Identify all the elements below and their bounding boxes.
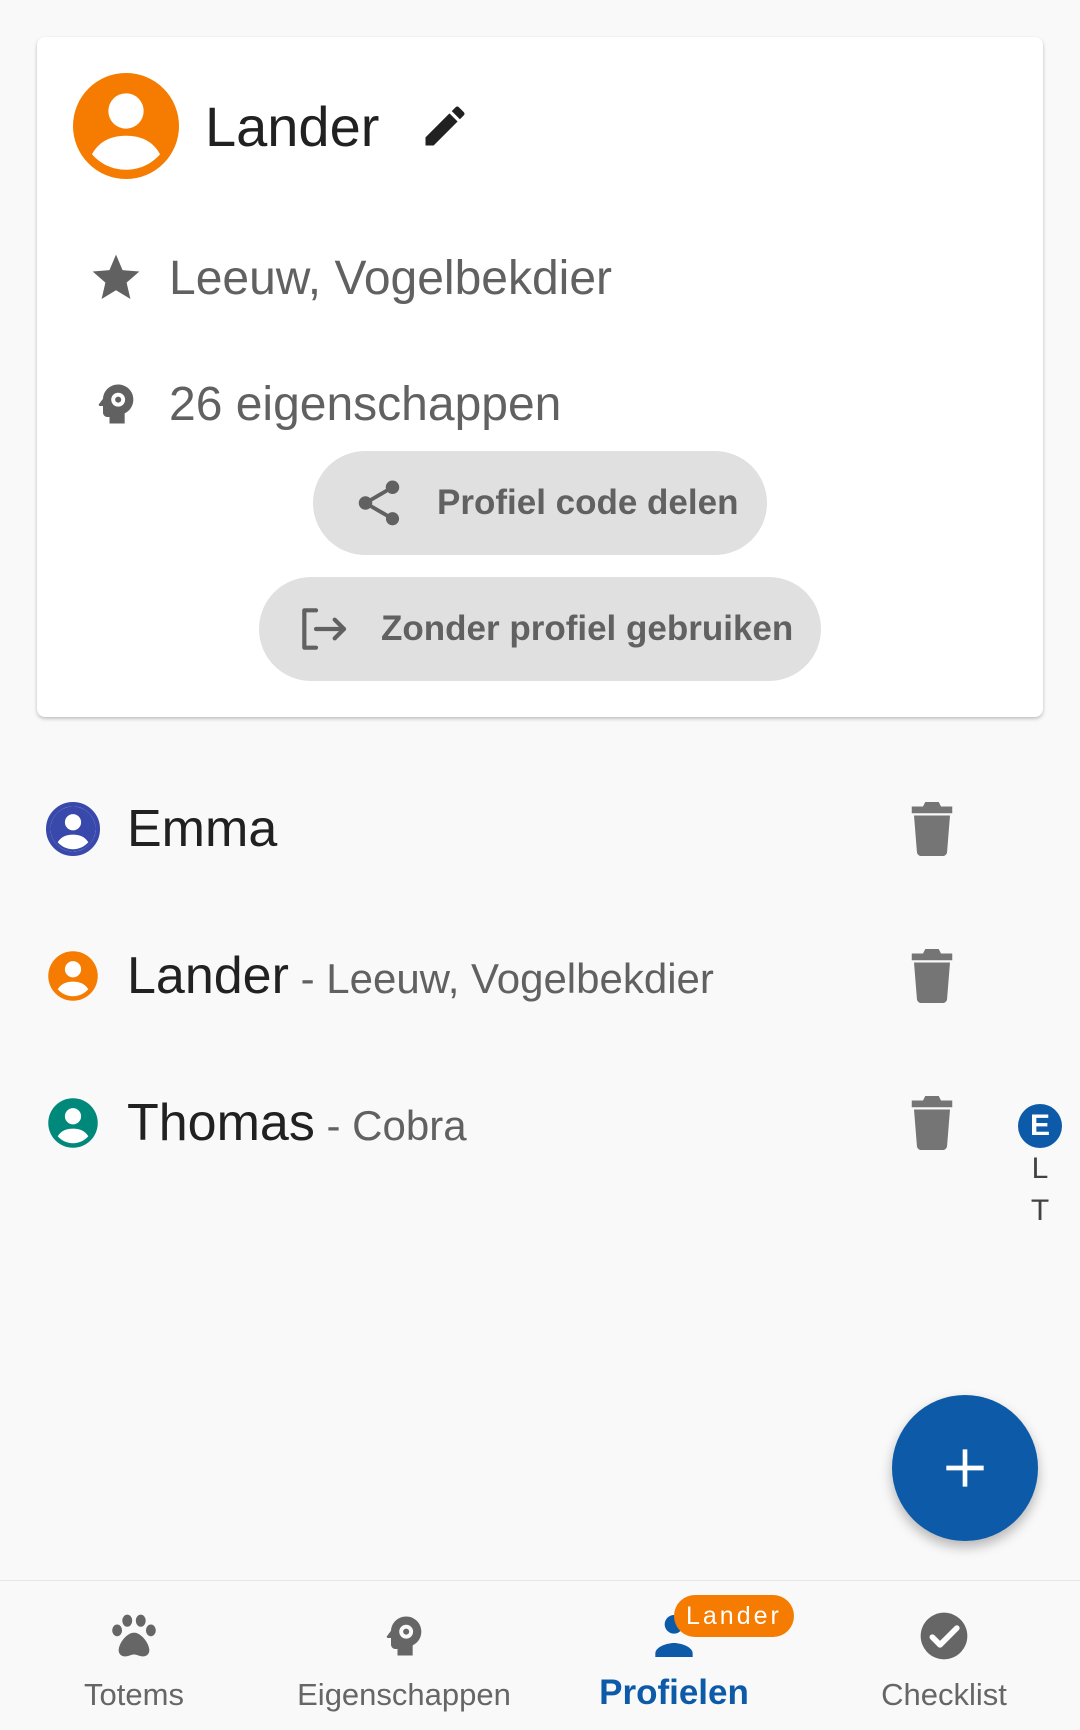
delete-profile-button[interactable] — [904, 1093, 960, 1153]
profile-name: Lander — [127, 947, 289, 1005]
account-circle-icon — [48, 1098, 98, 1148]
profiles-screen: Lander Leeuw, Vogelbekdier 26 eigenschap… — [0, 0, 1080, 1730]
nav-item-label: Eigenschappen — [297, 1677, 511, 1712]
nav-item-label: Checklist — [881, 1677, 1007, 1712]
star-icon — [87, 249, 145, 307]
trash-icon — [911, 802, 953, 856]
alphabet-index-letter[interactable]: L — [1018, 1148, 1062, 1190]
profile-entry-text: Thomas - Cobra — [127, 1093, 467, 1153]
delete-profile-button[interactable] — [904, 799, 960, 859]
alphabet-index-letter[interactable]: E — [1018, 1104, 1062, 1148]
profile-name: Thomas — [127, 1094, 315, 1152]
use-without-profile-button[interactable]: Zonder profiel gebruiken — [259, 577, 821, 681]
profile-totems: - Leeuw, Vogelbekdier — [288, 955, 714, 1002]
profile-entry-text: Emma — [127, 799, 277, 859]
profile-traits-count: 26 eigenschappen — [169, 377, 562, 431]
nav-item-profielen[interactable]: Lander Profielen — [544, 1581, 804, 1730]
account-circle-icon — [46, 802, 100, 856]
nav-item-label: Totems — [84, 1677, 184, 1712]
check-circle-icon — [814, 1605, 1074, 1667]
active-profile-badge: Lander — [674, 1595, 794, 1637]
plus-icon — [946, 1449, 984, 1487]
list-item[interactable]: Lander - Leeuw, Vogelbekdier — [0, 921, 1000, 1031]
nav-item-checklist[interactable]: Checklist — [814, 1581, 1074, 1730]
account-circle-icon — [48, 951, 98, 1001]
trash-icon — [911, 1096, 953, 1150]
profile-totems: - Cobra — [314, 1102, 467, 1149]
nav-item-eigenschappen[interactable]: Eigenschappen — [274, 1581, 534, 1730]
list-item[interactable]: Thomas - Cobra — [0, 1068, 1000, 1178]
account-circle-icon — [73, 73, 179, 179]
trash-icon — [911, 949, 953, 1003]
list-item[interactable]: Emma — [0, 774, 1000, 884]
current-profile-card: Lander Leeuw, Vogelbekdier 26 eigenschap… — [37, 37, 1043, 717]
profile-name: Emma — [127, 800, 278, 858]
card-header: Lander — [73, 73, 473, 179]
edit-name-button[interactable] — [417, 98, 473, 154]
add-profile-button[interactable] — [892, 1395, 1038, 1541]
head-cog-icon — [274, 1605, 534, 1667]
nav-item-totems[interactable]: Totems — [4, 1581, 264, 1730]
profile-totems: Leeuw, Vogelbekdier — [169, 251, 613, 305]
delete-profile-button[interactable] — [904, 946, 960, 1006]
profile-entry-text: Lander - Leeuw, Vogelbekdier — [127, 946, 714, 1006]
profile-totems-row: Leeuw, Vogelbekdier — [87, 249, 612, 307]
profile-traits-row: 26 eigenschappen — [87, 375, 561, 433]
profile-name: Lander — [205, 94, 380, 158]
paw-icon — [4, 1605, 264, 1667]
share-profile-code-label: Profiel code delen — [437, 483, 739, 522]
head-cog-icon — [87, 375, 145, 433]
exit-icon — [293, 599, 353, 659]
alphabet-index: E L T — [1018, 1104, 1062, 1232]
share-profile-code-button[interactable]: Profiel code delen — [313, 451, 767, 555]
nav-item-label: Profielen — [599, 1673, 749, 1712]
pencil-icon — [425, 106, 465, 146]
bottom-navigation: Totems Eigenschappen Lander Profielen Ch… — [0, 1580, 1080, 1730]
use-without-profile-label: Zonder profiel gebruiken — [381, 609, 794, 648]
alphabet-index-letter[interactable]: T — [1018, 1190, 1062, 1232]
share-icon — [349, 473, 409, 533]
